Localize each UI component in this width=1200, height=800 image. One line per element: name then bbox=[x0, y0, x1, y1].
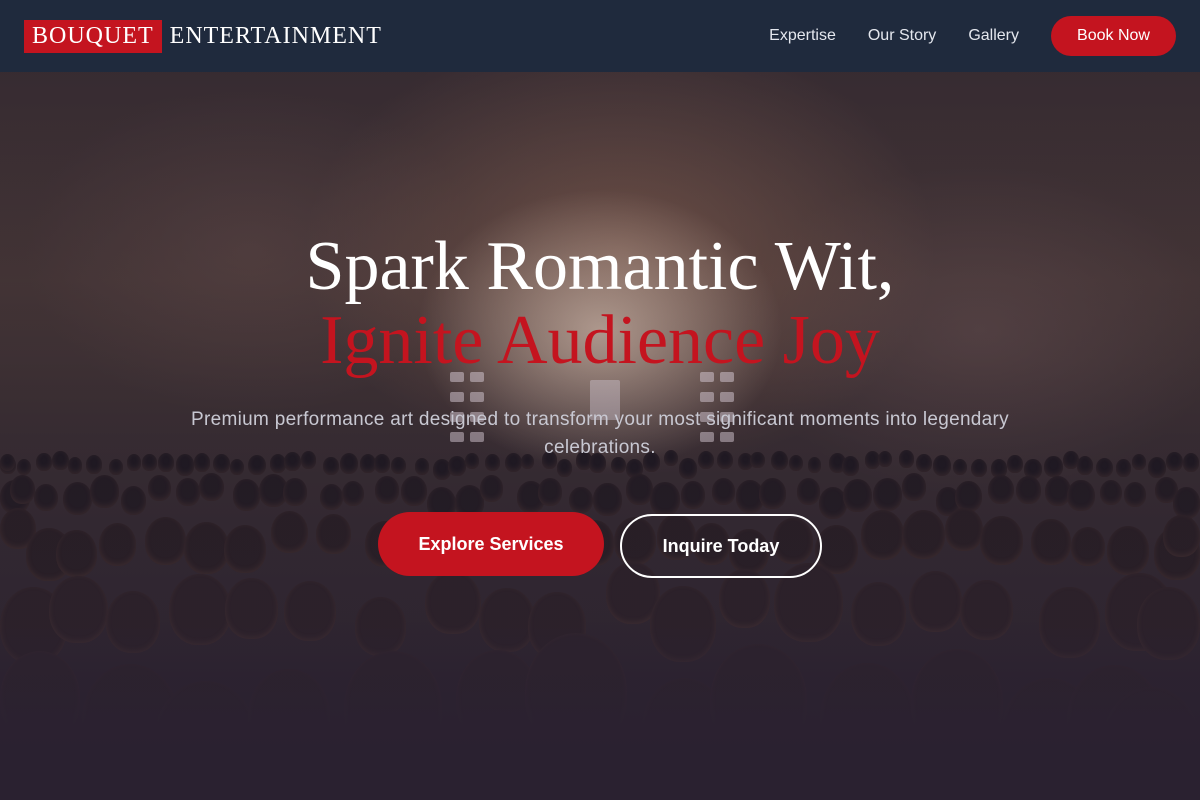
main-nav: Expertise Our Story Gallery Book Now bbox=[769, 16, 1176, 56]
brand-logo[interactable]: BOUQUET ENTERTAINMENT bbox=[24, 19, 382, 53]
nav-link-expertise[interactable]: Expertise bbox=[769, 27, 836, 45]
inquire-today-button[interactable]: Inquire Today bbox=[620, 514, 822, 578]
brand-highlight: BOUQUET bbox=[24, 19, 162, 53]
hero-cta-group: Explore Services Inquire Today bbox=[0, 512, 1200, 578]
hero-subtitle: Premium performance art designed to tran… bbox=[191, 409, 1009, 458]
top-navbar: BOUQUET ENTERTAINMENT Expertise Our Stor… bbox=[0, 0, 1200, 72]
hero-headline: Spark Romantic Wit, Ignite Audience Joy bbox=[0, 230, 1200, 378]
headline-line-2: Ignite Audience Joy bbox=[320, 302, 880, 379]
brand-name: ENTERTAINMENT bbox=[169, 23, 382, 49]
nav-link-gallery[interactable]: Gallery bbox=[968, 27, 1019, 45]
headline-line-1: Spark Romantic Wit, bbox=[305, 228, 895, 305]
hero-section: Spark Romantic Wit, Ignite Audience Joy … bbox=[0, 230, 1200, 578]
explore-services-button[interactable]: Explore Services bbox=[378, 512, 604, 576]
nav-link-our-story[interactable]: Our Story bbox=[868, 27, 936, 45]
book-now-button[interactable]: Book Now bbox=[1051, 16, 1176, 56]
